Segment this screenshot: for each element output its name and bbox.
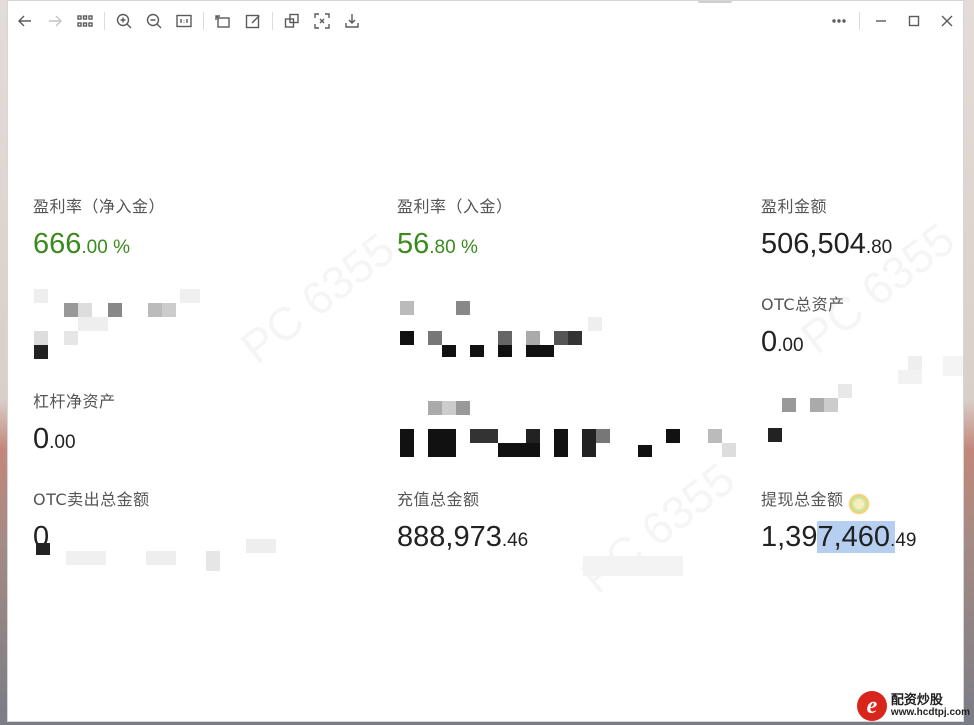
watermark: PC 6355 (570, 452, 745, 604)
stat-label: 盈利率（净入金） (33, 197, 166, 216)
pixelated-region (400, 301, 610, 361)
stat-otc-total-assets: OTC总资产 0.00 (761, 291, 845, 357)
stat-value: 888,973.46 (397, 523, 528, 552)
pixelated-region (400, 401, 745, 461)
pixelated-region (34, 289, 214, 361)
stat-label: 杠杆净资产 (33, 392, 116, 411)
image-viewer-window: PC 6355 PC 6355 PC 6355 盈利率（净入金） 666.00 … (7, 0, 964, 722)
edit-icon[interactable] (238, 7, 268, 35)
fit-screen-icon[interactable] (307, 7, 337, 35)
value-int: 0 (33, 423, 50, 455)
divider (272, 12, 273, 30)
stat-label: 盈利金额 (761, 197, 828, 216)
stat-label: 充值总金额 (397, 490, 480, 509)
pixelated-region (36, 521, 286, 581)
zoom-in-icon[interactable] (109, 7, 139, 35)
value-dec: .46 (501, 530, 529, 551)
pixelated-region (583, 556, 683, 578)
value-suffix: % (455, 237, 478, 258)
cursor-highlight (848, 493, 870, 515)
stat-label: 盈利率（入金） (397, 197, 513, 216)
download-icon[interactable] (337, 7, 367, 35)
stat-value: 1,397,460.49 (761, 521, 917, 553)
value-int-selected: 7,460 (817, 521, 891, 553)
stat-value: 56.80 % (397, 230, 513, 259)
stat-label: OTC卖出总金额 (33, 490, 150, 509)
copy-icon[interactable] (277, 7, 307, 35)
stat-profit-rate-net: 盈利率（净入金） 666.00 % (33, 193, 165, 259)
logo-name: 配资炒股 (890, 692, 943, 708)
stat-profit-rate-deposit: 盈利率（入金） 56.80 % (397, 193, 513, 259)
more-icon[interactable] (822, 7, 855, 35)
value-int: 888,973 (397, 521, 502, 553)
divider (203, 12, 204, 30)
logo-url: www.hcdtpj.com (890, 706, 970, 718)
value-dec: .00 (777, 335, 804, 356)
value-int: 56 (397, 228, 430, 260)
actual-size-icon[interactable] (169, 7, 199, 35)
value-suffix: % (107, 237, 130, 258)
back-icon[interactable] (10, 7, 40, 35)
stat-value: 0.00 (761, 328, 845, 357)
divider (859, 12, 860, 30)
value-int: 666 (33, 228, 82, 260)
watermark: PC 6355 (230, 222, 405, 374)
grid-view-icon[interactable] (70, 7, 100, 35)
forward-icon[interactable] (40, 7, 70, 35)
stat-profit-amount: 盈利金额 506,504.80 (761, 193, 892, 259)
value-dec: .80 (429, 237, 456, 258)
minimize-icon[interactable] (864, 7, 897, 35)
rotate-icon[interactable] (208, 7, 238, 35)
value-dec: 49 (895, 530, 917, 551)
logo-mark: e (856, 691, 887, 721)
stat-label: 提现总金额 (761, 490, 844, 509)
value-dec: .00 (49, 432, 76, 453)
divider (104, 12, 105, 30)
logo-text: 配资炒股 www.hcdtpj.com (891, 694, 970, 718)
zoom-out-icon[interactable] (139, 7, 169, 35)
pixelated-region (768, 356, 968, 446)
stat-label: OTC总资产 (761, 295, 845, 314)
value-dec: .80 (865, 237, 893, 258)
close-icon[interactable] (930, 7, 963, 35)
toolbar (8, 1, 963, 41)
value-int: 1,39 (761, 521, 818, 553)
value-dec: .00 (81, 237, 108, 258)
stat-value: 506,504.80 (761, 230, 892, 259)
stat-value: 0.00 (33, 425, 116, 454)
value-int: 0 (761, 326, 778, 358)
site-logo: e 配资炒股 www.hcdtpj.com (856, 691, 970, 721)
text-selection: 7,460. (817, 521, 896, 553)
stat-withdraw-total: 提现总金额 1,397,460.49 (761, 486, 917, 553)
stat-leverage-net-assets: 杠杆净资产 0.00 (33, 388, 116, 454)
maximize-icon[interactable] (897, 7, 930, 35)
window-controls (822, 1, 963, 41)
stat-value: 666.00 % (33, 230, 165, 259)
value-int: 506,504 (761, 228, 866, 260)
stat-deposit-total: 充值总金额 888,973.46 (397, 486, 528, 552)
